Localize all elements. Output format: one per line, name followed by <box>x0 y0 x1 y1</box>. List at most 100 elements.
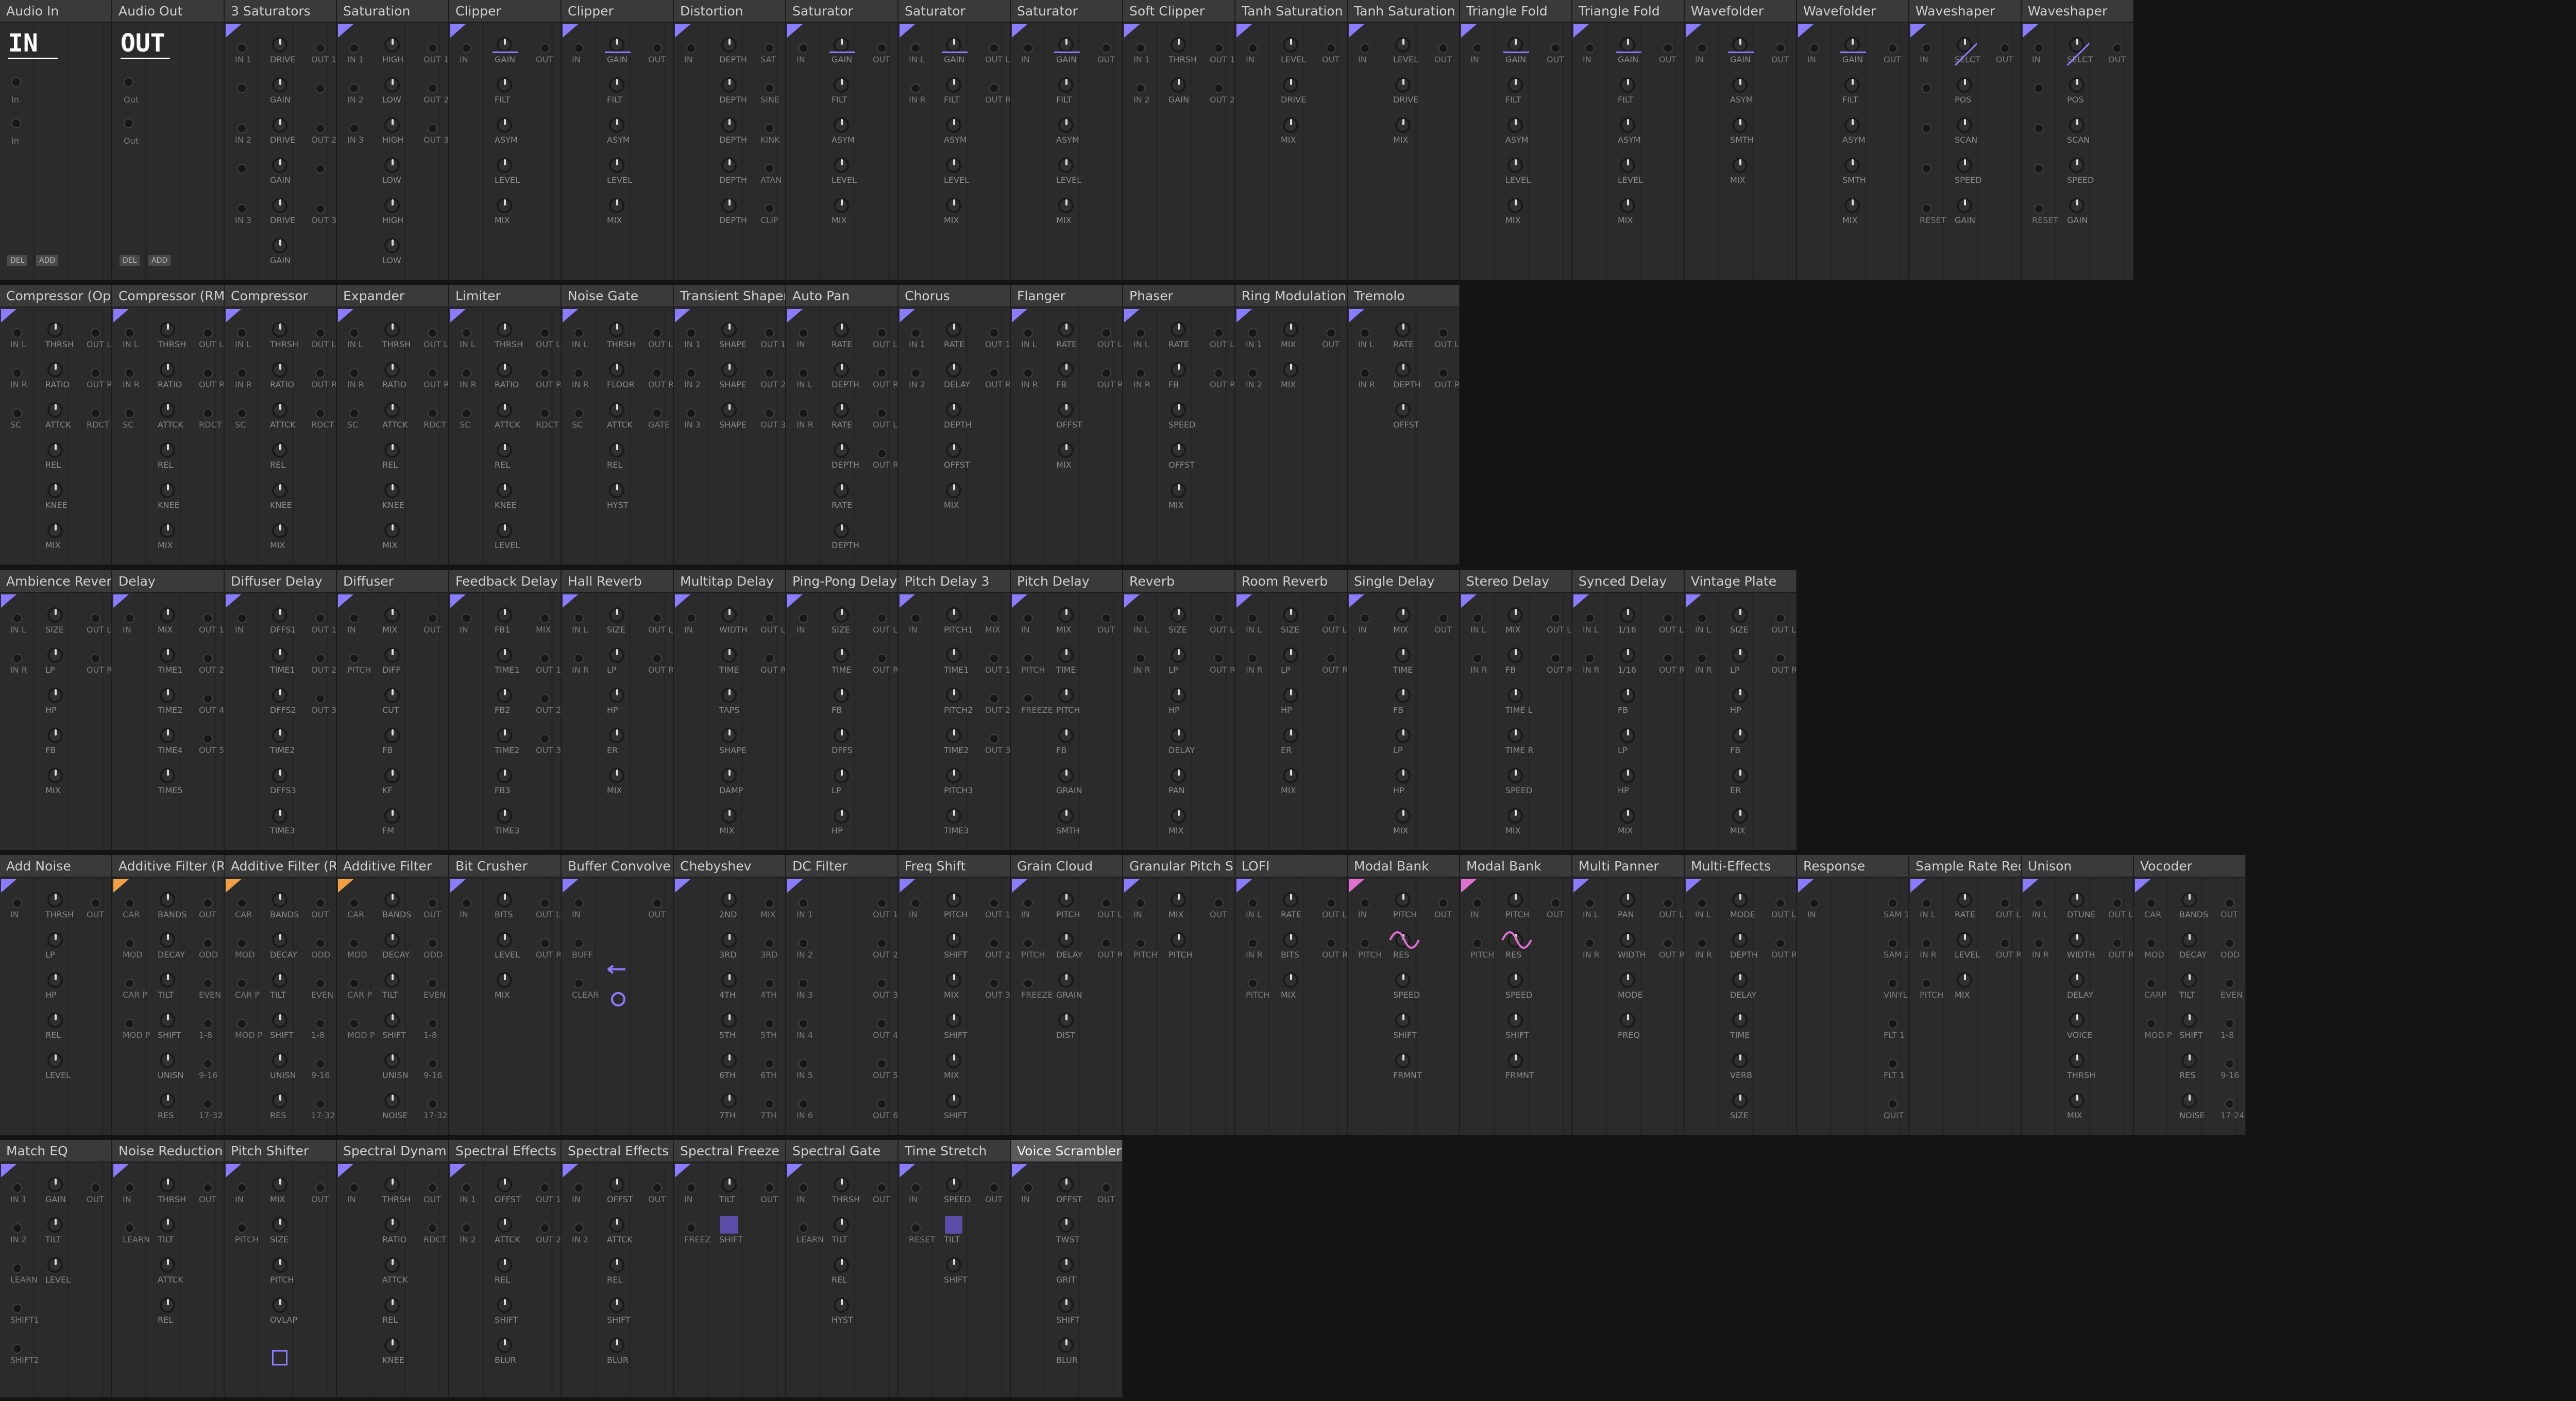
knob-depth[interactable] <box>834 523 849 538</box>
knob-offst[interactable] <box>609 1177 624 1192</box>
module-compressor-opt[interactable]: Compressor (Opt IN L IN R SC THRSH RATIO ATTCK… <box>0 285 112 565</box>
module-menu-icon[interactable] <box>450 594 466 608</box>
input-port[interactable] <box>2146 938 2156 948</box>
knob-speed[interactable] <box>1395 972 1411 988</box>
module-wavefolder[interactable]: Wavefolder IN GAIN FILT ASYM SMTH MIX OUT <box>1797 0 1909 280</box>
module-ping-pong-delay[interactable]: Ping-Pong Delay IN SIZE TIME FB DFFS LP HP OUT L… <box>786 570 899 850</box>
knob-rate[interactable] <box>946 322 961 337</box>
input-port[interactable] <box>799 328 808 338</box>
knob-bands[interactable] <box>384 892 400 908</box>
module-menu-icon[interactable] <box>900 309 915 322</box>
output-port[interactable] <box>540 654 550 663</box>
output-port[interactable] <box>2000 43 2010 53</box>
module-title[interactable]: Chebyshev <box>674 855 785 878</box>
knob-depth[interactable] <box>1732 932 1748 948</box>
output-port[interactable] <box>428 124 437 133</box>
module-menu-icon[interactable] <box>2023 24 2038 38</box>
knob-frmnt[interactable] <box>1395 1053 1411 1068</box>
knob-blur[interactable] <box>1058 1338 1074 1353</box>
knob-ratio[interactable] <box>47 362 63 378</box>
knob-dist[interactable] <box>1058 1013 1074 1028</box>
knob-ratio[interactable] <box>384 362 400 378</box>
module-title[interactable]: Spectral Freeze <box>674 1140 785 1163</box>
knob-2nd[interactable] <box>721 892 737 908</box>
knob-thrsh[interactable] <box>160 1177 175 1192</box>
module-pitch-delay-3[interactable]: Pitch Delay 3 IN PITCH1 TIME1 PITCH2 TIME2 PIT… <box>899 570 1011 850</box>
input-port[interactable] <box>12 1263 22 1273</box>
module-saturation[interactable]: Saturation IN 1 IN 2 IN 3 HIGH LOW HIGH LOW HIGH… <box>337 0 449 280</box>
knob-low[interactable] <box>384 77 400 93</box>
input-port[interactable] <box>349 43 359 53</box>
input-port[interactable] <box>349 613 359 623</box>
output-port[interactable] <box>2000 938 2010 948</box>
knob-lp[interactable] <box>1395 728 1411 743</box>
output-port[interactable] <box>989 694 999 704</box>
input-port[interactable] <box>12 613 22 623</box>
io-port[interactable] <box>124 118 133 128</box>
input-port[interactable] <box>799 368 808 378</box>
module-title[interactable]: Diffuser <box>337 570 448 593</box>
knob-thrsh[interactable] <box>2069 1053 2084 1068</box>
input-port[interactable] <box>1472 898 1482 908</box>
input-port[interactable] <box>1922 124 1931 133</box>
knob-freq[interactable] <box>1620 1013 1635 1028</box>
knob-lp[interactable] <box>609 647 624 663</box>
knob-lp[interactable] <box>1283 647 1298 663</box>
input-port[interactable] <box>1023 694 1033 704</box>
module-auto-pan[interactable]: Auto Pan IN IN L IN R RATE DEPTH RATE DEPTH RATE… <box>786 285 899 565</box>
knob-mix[interactable] <box>946 483 961 498</box>
knob-gain[interactable] <box>1171 77 1186 93</box>
knob-offst[interactable] <box>1171 442 1186 458</box>
buffer-swap-icon[interactable] <box>609 990 628 1011</box>
knob-mix[interactable] <box>1283 322 1298 337</box>
knob-gain[interactable] <box>497 37 512 53</box>
knob-tilt[interactable] <box>160 1217 175 1233</box>
output-port[interactable] <box>203 368 213 378</box>
knob-hp[interactable] <box>1620 768 1635 783</box>
knob-gain[interactable] <box>1957 198 1972 213</box>
module-menu-icon[interactable] <box>1 594 16 608</box>
input-port[interactable] <box>125 938 134 948</box>
module-title[interactable]: Time Stretch <box>899 1140 1010 1163</box>
output-port[interactable] <box>540 1223 550 1233</box>
output-port[interactable] <box>428 613 437 623</box>
module-additive-filter[interactable]: Additive Filter CAR MOD CAR P MOD P BANDS DECA… <box>337 855 449 1135</box>
input-port[interactable] <box>2146 898 2156 908</box>
module-title[interactable]: Compressor (RMS <box>112 285 224 307</box>
knob-hyst[interactable] <box>609 483 624 498</box>
knob-hp[interactable] <box>834 808 849 824</box>
output-port[interactable] <box>1214 368 1224 378</box>
knob-time2[interactable] <box>946 728 961 743</box>
knob-mix[interactable] <box>1395 607 1411 623</box>
knob-asym[interactable] <box>1620 117 1635 133</box>
module-title[interactable]: Soft Clipper <box>1123 0 1234 23</box>
output-port[interactable] <box>1663 898 1673 908</box>
output-port[interactable] <box>1551 43 1561 53</box>
knob-fb[interactable] <box>47 728 63 743</box>
module-phaser[interactable]: Phaser IN L IN R RATE FB SPEED OFFST MIX OUT L OU… <box>1123 285 1235 565</box>
input-port[interactable] <box>686 328 696 338</box>
input-port[interactable] <box>1023 654 1033 663</box>
knob-mix[interactable] <box>1732 158 1748 173</box>
module-time-stretch[interactable]: Time Stretch IN RESET SPEED TILT SHIFT OUT <box>899 1140 1011 1397</box>
knob-depth[interactable] <box>721 37 737 53</box>
module-title[interactable]: Add Noise <box>0 855 111 878</box>
output-port[interactable] <box>540 898 550 908</box>
module-limiter[interactable]: Limiter IN L IN R SC THRSH RATIO ATTCK REL KNEE L… <box>449 285 562 565</box>
output-port[interactable] <box>315 898 325 908</box>
knob-hp[interactable] <box>1732 688 1748 703</box>
output-port[interactable] <box>877 654 887 663</box>
knob-tilt[interactable] <box>721 1177 737 1192</box>
output-port[interactable] <box>1326 654 1336 663</box>
knob-level[interactable] <box>834 158 849 173</box>
module-triangle-fold[interactable]: Triangle Fold IN GAIN FILT ASYM LEVEL MIX OUT <box>1572 0 1685 280</box>
module-waveshaper[interactable]: Waveshaper IN RESET SELCT POS SCAN SPEED GAIN OU… <box>1909 0 2022 280</box>
knob-speed[interactable] <box>1171 402 1186 418</box>
module-additive-filter-re[interactable]: Additive Filter (Re CAR MOD CAR P MOD P BANDS… <box>112 855 225 1135</box>
knob-shift[interactable] <box>946 1257 961 1273</box>
output-port[interactable] <box>315 43 325 53</box>
module-room-reverb[interactable]: Room Reverb IN L IN R SIZE LP HP ER MIX OUT L OUT… <box>1235 570 1348 850</box>
module-menu-icon[interactable] <box>2023 879 2038 893</box>
input-port[interactable] <box>237 164 247 174</box>
module-menu-icon[interactable] <box>675 1164 690 1177</box>
